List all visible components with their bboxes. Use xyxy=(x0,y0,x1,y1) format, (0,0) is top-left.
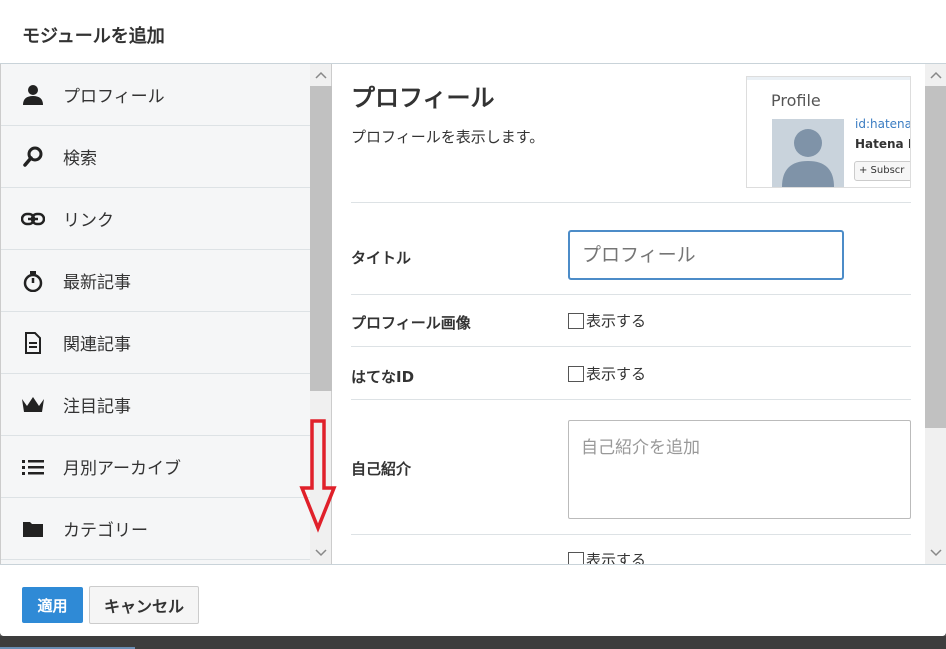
checkbox[interactable] xyxy=(568,551,584,564)
module-settings: プロフィール プロフィールを表示します。 Profile id:hatena H… xyxy=(333,64,925,564)
settings-scrollbar[interactable] xyxy=(925,64,946,564)
divider xyxy=(351,399,911,400)
link-icon xyxy=(21,207,45,231)
checkbox[interactable] xyxy=(568,312,584,329)
crown-icon xyxy=(21,393,45,417)
stopwatch-icon xyxy=(21,269,45,293)
module-item-recent[interactable]: 最新記事 xyxy=(1,250,310,312)
module-list: プロフィール 検索 リンク 最新記事 関連記事 注目記事 月別アーカイブ カテゴ… xyxy=(0,64,310,564)
module-item-archive[interactable]: 月別アーカイブ xyxy=(1,436,310,498)
checkbox-label: 表示する xyxy=(586,312,647,330)
divider xyxy=(351,294,911,295)
scrollbar-thumb[interactable] xyxy=(925,86,946,428)
next-option-checkbox[interactable]: 表示する xyxy=(568,549,646,564)
module-item-label: 注目記事 xyxy=(63,397,131,417)
chevron-down-icon[interactable] xyxy=(925,542,946,564)
preview-name: Hatena B xyxy=(855,137,911,151)
preview-border xyxy=(747,77,910,81)
intro-label: 自己紹介 xyxy=(351,460,412,478)
apply-button[interactable]: 適用 xyxy=(22,587,83,623)
add-module-dialog: モジュールを追加 プロフィール 検索 リンク 最新記事 関連記事 注目記事 月別… xyxy=(0,0,946,636)
divider xyxy=(351,534,911,535)
module-item-label: 最新記事 xyxy=(63,273,131,293)
checkbox-label: 表示する xyxy=(586,365,647,383)
avatar xyxy=(772,119,844,187)
module-item-related[interactable]: 関連記事 xyxy=(1,312,310,374)
preview-heading: Profile xyxy=(771,91,821,110)
document-icon xyxy=(21,331,45,355)
module-preview: Profile id:hatena Hatena B + Subscr xyxy=(746,76,911,188)
scrollbar-thumb[interactable] xyxy=(310,86,332,391)
title-field-label: タイトル xyxy=(351,249,412,267)
divider xyxy=(351,346,911,347)
module-description: プロフィールを表示します。 xyxy=(351,128,545,146)
list-icon xyxy=(21,455,45,479)
preview-id: id:hatena xyxy=(855,117,911,131)
profile-image-label: プロフィール画像 xyxy=(351,314,471,332)
search-icon xyxy=(21,145,45,169)
profile-image-checkbox[interactable]: 表示する xyxy=(568,310,646,331)
module-item-label: 関連記事 xyxy=(63,335,131,355)
dialog-body: プロフィール 検索 リンク 最新記事 関連記事 注目記事 月別アーカイブ カテゴ… xyxy=(0,64,946,564)
intro-textarea[interactable]: 自己紹介を追加 xyxy=(568,420,911,519)
preview-subscribe-button: + Subscr xyxy=(854,161,910,181)
chevron-down-icon[interactable] xyxy=(310,542,332,564)
cancel-button[interactable]: キャンセル xyxy=(89,586,199,624)
dialog-title: モジュールを追加 xyxy=(22,26,165,47)
module-item-label: リンク xyxy=(63,211,114,231)
module-item-label: カテゴリー xyxy=(63,521,148,541)
folder-icon xyxy=(21,517,45,541)
dialog-footer: 適用 キャンセル xyxy=(0,564,946,636)
person-icon xyxy=(21,83,45,107)
divider xyxy=(351,202,911,203)
module-item-link[interactable]: リンク xyxy=(1,188,310,250)
module-item-category[interactable]: カテゴリー xyxy=(1,498,310,560)
module-item-profile[interactable]: プロフィール xyxy=(1,64,310,126)
checkbox-label: 表示する xyxy=(586,551,647,564)
checkbox[interactable] xyxy=(568,365,584,382)
chevron-up-icon[interactable] xyxy=(925,64,946,86)
dialog-header: モジュールを追加 xyxy=(0,0,946,64)
module-item-search[interactable]: 検索 xyxy=(1,126,310,188)
background-taskbar xyxy=(0,636,946,649)
module-item-label: プロフィール xyxy=(63,87,165,107)
module-title: プロフィール xyxy=(351,84,495,112)
hatena-id-label: はてなID xyxy=(351,368,415,386)
module-item-label: 検索 xyxy=(63,149,97,169)
annotation-arrow-down-icon xyxy=(299,419,337,533)
title-input[interactable] xyxy=(568,230,844,280)
hatena-id-checkbox[interactable]: 表示する xyxy=(568,363,646,384)
module-item-featured[interactable]: 注目記事 xyxy=(1,374,310,436)
module-item-label: 月別アーカイブ xyxy=(63,459,181,479)
chevron-up-icon[interactable] xyxy=(310,64,332,86)
